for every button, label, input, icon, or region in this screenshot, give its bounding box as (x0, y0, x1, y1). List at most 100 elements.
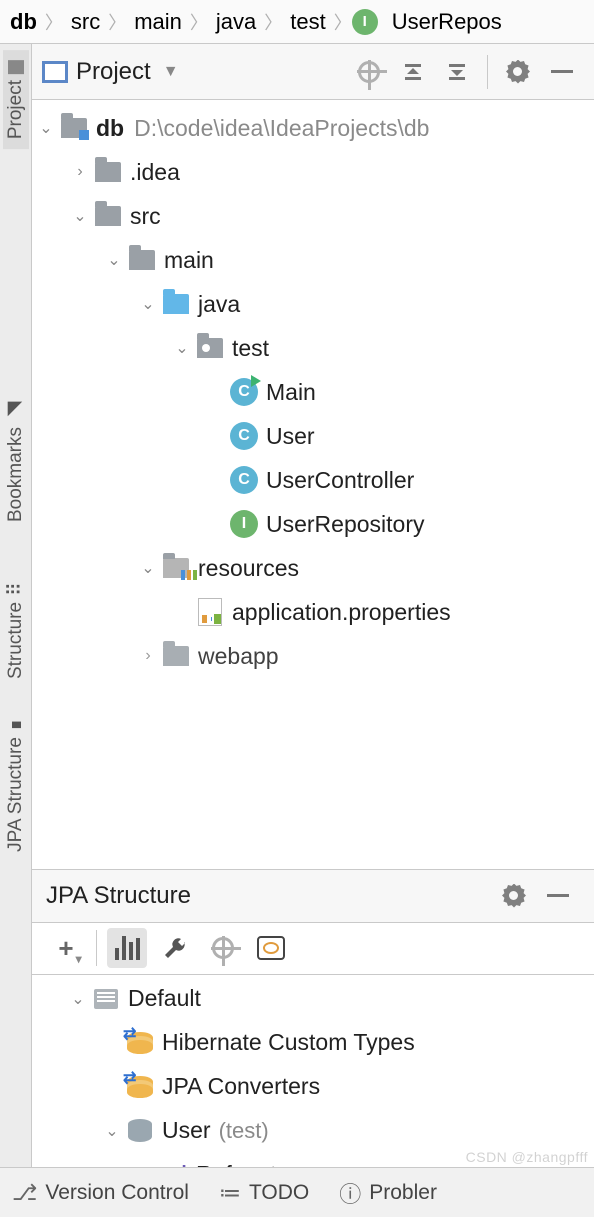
gutter-bookmarks-label: Bookmarks (5, 427, 27, 522)
bottom-vcs[interactable]: ⎇ Version Control (12, 1180, 189, 1206)
tree-node-test[interactable]: ⌄ test (34, 326, 594, 370)
gutter-structure-tab[interactable]: Structure ⠿ (3, 572, 29, 689)
chevron-down-icon[interactable]: ⌄ (136, 294, 160, 314)
settings-tool-button[interactable] (155, 928, 195, 968)
package-icon (197, 338, 223, 358)
gutter-jpa-tab[interactable]: JPA Structure ∎ (3, 709, 29, 862)
breadcrumb-sep: 〉 (190, 9, 208, 35)
chevron-right-icon[interactable]: › (136, 647, 160, 665)
interface-icon: I (230, 510, 258, 538)
jpa-default-node[interactable]: ⌄ Default (32, 977, 594, 1021)
breadcrumb[interactable]: db 〉 src 〉 main 〉 java 〉 test 〉 I UserRe… (0, 0, 594, 44)
target-button[interactable] (203, 928, 243, 968)
types-icon (127, 1032, 153, 1054)
preview-icon (257, 936, 285, 960)
crumb-db[interactable]: db (10, 9, 37, 35)
bottom-todo[interactable]: ≔ TODO (219, 1180, 309, 1206)
bottom-problems[interactable]: ⓘ Probler (339, 1177, 437, 1209)
crumb-src[interactable]: src (71, 9, 100, 35)
jpa-package: (test) (219, 1118, 269, 1144)
bottom-vcs-label: Version Control (45, 1181, 189, 1205)
minimize-icon (551, 70, 573, 73)
jpa-toolbar: + (32, 923, 594, 975)
crumb-java[interactable]: java (216, 9, 256, 35)
chevron-down-icon[interactable]: ⌄ (170, 338, 194, 358)
breadcrumb-sep: 〉 (264, 9, 282, 35)
crumb-test[interactable]: test (290, 9, 325, 35)
collapse-all-button[interactable] (441, 56, 473, 88)
tree-node-user-class[interactable]: · C User (34, 414, 594, 458)
class-run-icon: C (230, 378, 258, 406)
tree-node-src[interactable]: ⌄ src (34, 194, 594, 238)
tree-node-usercontroller[interactable]: · C UserController (34, 458, 594, 502)
source-folder-icon (163, 294, 189, 314)
gear-icon (506, 60, 530, 84)
tree-label: Main (266, 379, 316, 406)
breadcrumb-sep: 〉 (334, 9, 352, 35)
chevron-right-icon[interactable]: › (68, 163, 92, 181)
info-icon: ⓘ (339, 1177, 361, 1209)
tree-root[interactable]: ⌄ db D:\code\idea\IdeaProjects\db (34, 106, 594, 150)
crumb-main[interactable]: main (134, 9, 182, 35)
expand-all-button[interactable] (397, 56, 429, 88)
jpa-hibernate-types[interactable]: · Hibernate Custom Types (32, 1021, 594, 1065)
folder-icon (8, 60, 24, 74)
jpa-user-entity[interactable]: ⌄ User (test) (32, 1109, 594, 1153)
watermark: CSDN @zhangpfff (466, 1149, 588, 1165)
bars-icon (115, 936, 140, 960)
hide-button[interactable] (542, 880, 574, 912)
jpa-tree[interactable]: ⌄ Default · Hibernate Custom Types · JPA… (32, 975, 594, 1168)
project-view-icon (42, 61, 68, 83)
tree-node-userrepository[interactable]: · I UserRepository (34, 502, 594, 546)
entity-icon (128, 1119, 152, 1143)
gutter-project-tab[interactable]: Project (3, 50, 29, 149)
chevron-down-icon[interactable]: ⌄ (66, 989, 90, 1009)
folder-icon (95, 162, 121, 182)
tree-node-idea[interactable]: › .idea (34, 150, 594, 194)
plus-icon: + (58, 933, 73, 964)
settings-button[interactable] (498, 880, 530, 912)
tree-path: D:\code\idea\IdeaProjects\db (134, 115, 429, 142)
gutter-jpa-label: JPA Structure (5, 737, 27, 852)
crumb-file[interactable]: UserRepos (392, 9, 502, 35)
settings-button[interactable] (502, 56, 534, 88)
jpa-converters[interactable]: · JPA Converters (32, 1065, 594, 1109)
wrench-icon (163, 936, 187, 960)
tree-label: main (164, 247, 214, 274)
class-icon: C (230, 422, 258, 450)
project-panel-header: Project ▼ (32, 44, 594, 100)
list-icon: ≔ (219, 1180, 241, 1206)
chevron-down-icon[interactable]: ▼ (163, 63, 179, 81)
project-panel-title[interactable]: Project (76, 58, 151, 86)
diagram-button[interactable] (107, 928, 147, 968)
chevron-down-icon[interactable]: ⌄ (68, 206, 92, 226)
tree-label: webapp (198, 643, 279, 670)
chevron-down-icon[interactable]: ⌄ (100, 1121, 124, 1141)
tree-node-resources[interactable]: ⌄ resources (34, 546, 594, 590)
chevron-down-icon[interactable]: ⌄ (136, 558, 160, 578)
tree-label: resources (198, 555, 299, 582)
minimize-icon (547, 894, 569, 897)
module-icon (61, 118, 87, 138)
resources-folder-icon (163, 558, 189, 578)
target-icon (212, 937, 234, 959)
select-opened-file-button[interactable] (353, 56, 385, 88)
chevron-down-icon[interactable]: ⌄ (34, 118, 58, 138)
tree-node-webapp[interactable]: › webapp (34, 634, 594, 678)
tree-node-appprops[interactable]: · application.properties (34, 590, 594, 634)
tree-label: test (232, 335, 269, 362)
tree-node-main-class[interactable]: · C Main (34, 370, 594, 414)
tree-label: java (198, 291, 240, 318)
gutter-bookmarks-tab[interactable]: Bookmarks ◢ (3, 389, 29, 532)
folder-icon (129, 250, 155, 270)
project-tree[interactable]: ⌄ db D:\code\idea\IdeaProjects\db › .ide… (32, 100, 594, 869)
jpa-label: JPA Converters (162, 1073, 320, 1100)
preview-button[interactable] (251, 928, 291, 968)
tree-node-java[interactable]: ⌄ java (34, 282, 594, 326)
jpa-icon: ∎ (5, 719, 27, 731)
chevron-down-icon[interactable]: ⌄ (102, 250, 126, 270)
tree-node-main[interactable]: ⌄ main (34, 238, 594, 282)
hide-button[interactable] (546, 56, 578, 88)
jpa-label: User (162, 1117, 211, 1144)
add-button[interactable]: + (46, 928, 86, 968)
